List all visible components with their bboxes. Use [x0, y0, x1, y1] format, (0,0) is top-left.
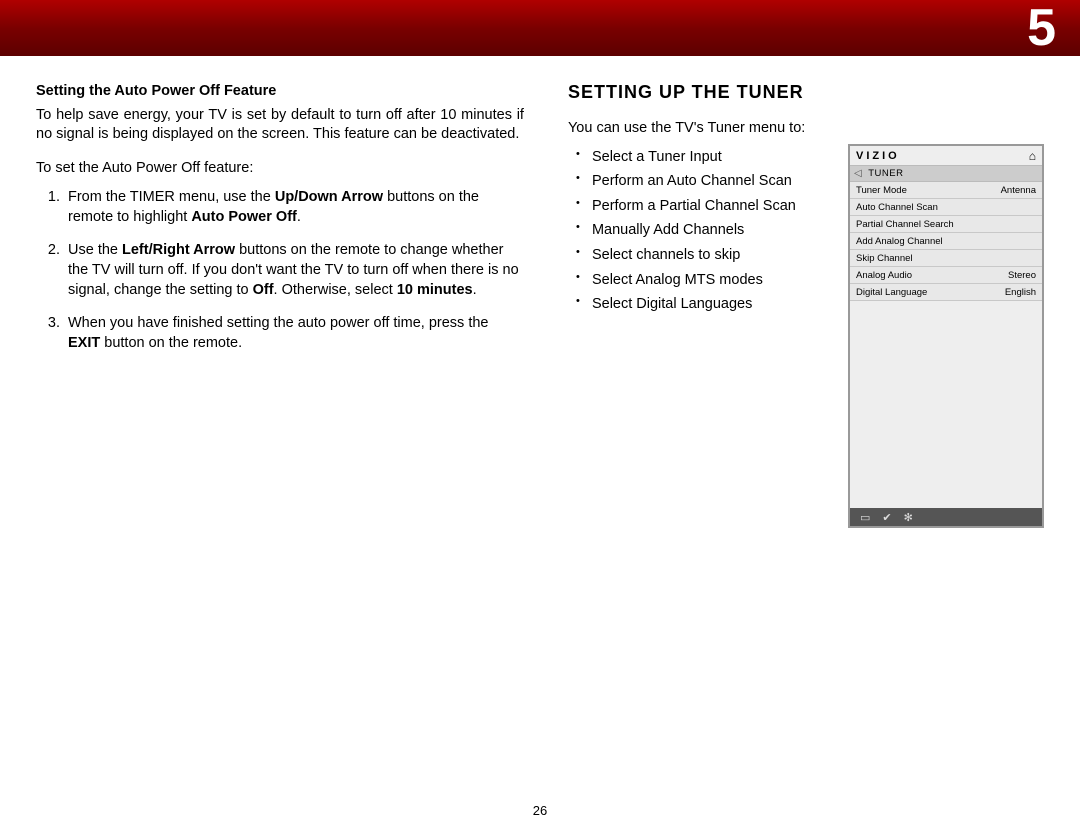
- osd-logo: VIZIO: [856, 150, 900, 162]
- lead-in: To set the Auto Power Off feature:: [36, 159, 524, 179]
- osd-row-label: Partial Channel Search: [856, 219, 954, 230]
- right-column: SETTING UP THE TUNER You can use the TV'…: [568, 82, 1044, 367]
- intro-paragraph: To help save energy, your TV is set by d…: [36, 106, 524, 145]
- osd-row-label: Analog Audio: [856, 270, 912, 281]
- osd-row: Digital Language English: [850, 284, 1042, 301]
- osd-row: Add Analog Channel: [850, 233, 1042, 250]
- osd-rows: Tuner Mode Antenna Auto Channel Scan Partia…: [850, 182, 1042, 508]
- gear-icon: ✻: [904, 511, 913, 524]
- chapter-number: 5: [1027, 0, 1056, 58]
- osd-header: VIZIO ⌂: [850, 146, 1042, 166]
- step-1: From the TIMER menu, use the Up/Down Arr…: [64, 188, 524, 227]
- step-3: When you have finished setting the auto …: [64, 314, 524, 353]
- osd-row-value: English: [1005, 287, 1036, 298]
- osd-row: Auto Channel Scan: [850, 199, 1042, 216]
- osd-row-label: Auto Channel Scan: [856, 202, 938, 213]
- v-icon: ✔: [882, 511, 891, 524]
- page-body: Setting the Auto Power Off Feature To he…: [0, 56, 1080, 367]
- left-column: Setting the Auto Power Off Feature To he…: [36, 82, 524, 367]
- osd-row-label: Tuner Mode: [856, 185, 907, 196]
- osd-title-bar: ◁ TUNER: [850, 166, 1042, 182]
- steps-list: From the TIMER menu, use the Up/Down Arr…: [36, 188, 524, 353]
- osd-title-text: TUNER: [868, 168, 903, 179]
- osd-row: Tuner Mode Antenna: [850, 182, 1042, 199]
- subhead-auto-power-off: Setting the Auto Power Off Feature: [36, 82, 524, 102]
- osd-row-label: Digital Language: [856, 287, 927, 298]
- page-number: 26: [0, 803, 1080, 818]
- osd-row: Partial Channel Search: [850, 216, 1042, 233]
- osd-row-value: Antenna: [1001, 185, 1036, 196]
- osd-row-value: Stereo: [1008, 270, 1036, 281]
- osd-footer: ▭ ✔ ✻: [850, 508, 1042, 526]
- tuner-intro: You can use the TV's Tuner menu to:: [568, 119, 1044, 139]
- osd-row-label: Skip Channel: [856, 253, 913, 264]
- section-title-tuner: SETTING UP THE TUNER: [568, 82, 1044, 103]
- osd-menu-tuner: VIZIO ⌂ ◁ TUNER Tuner Mode Antenna Auto Ch…: [848, 144, 1044, 528]
- widescreen-icon: ▭: [860, 511, 870, 524]
- osd-row: Skip Channel: [850, 250, 1042, 267]
- back-icon: ◁: [854, 168, 862, 179]
- osd-row: Analog Audio Stereo: [850, 267, 1042, 284]
- home-icon: ⌂: [1029, 149, 1036, 163]
- chapter-header: 5: [0, 0, 1080, 56]
- osd-row-label: Add Analog Channel: [856, 236, 943, 247]
- step-2: Use the Left/Right Arrow buttons on the …: [64, 241, 524, 300]
